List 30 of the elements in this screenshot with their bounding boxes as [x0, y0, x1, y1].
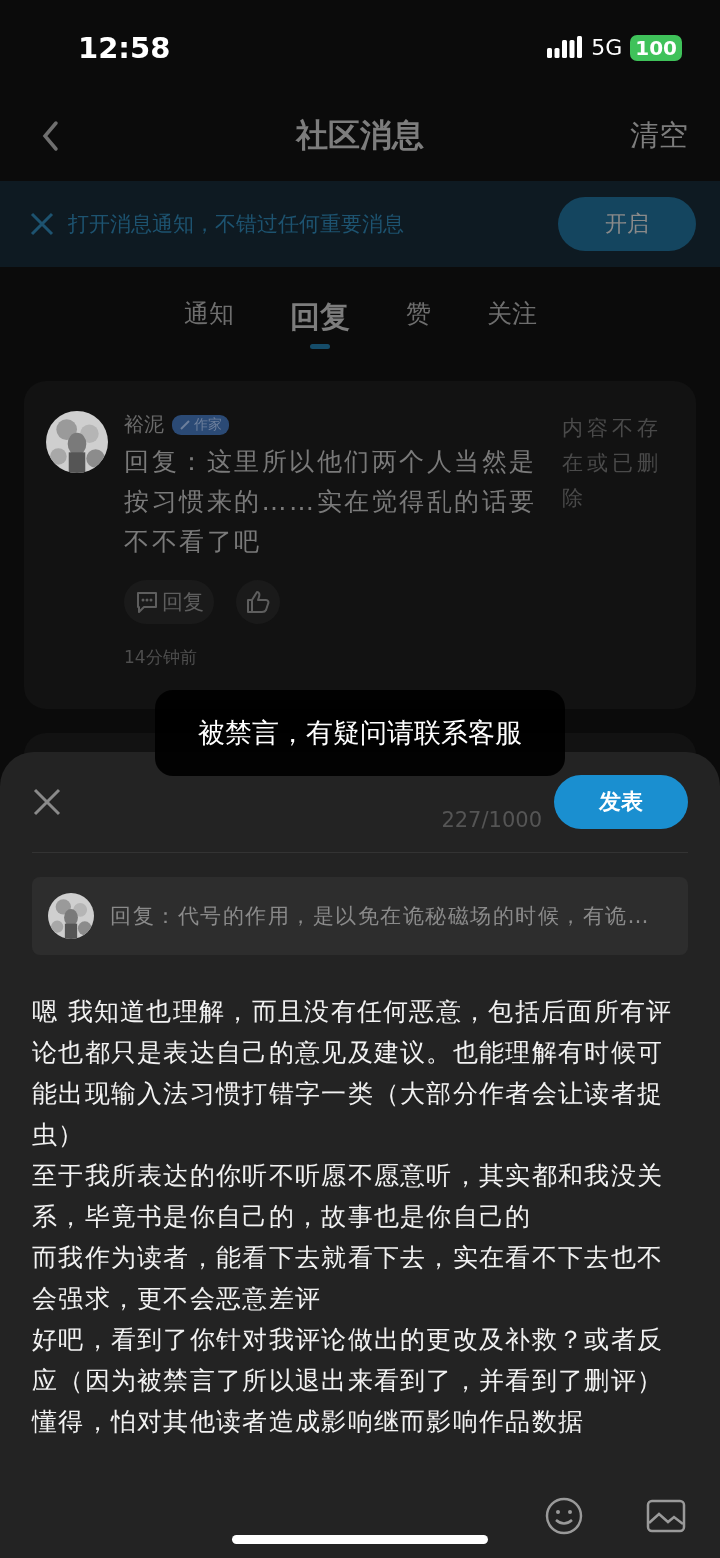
deleted-content-note: 内容不存在或已删除 — [562, 415, 663, 512]
toast-message: 被禁言，有疑问请联系客服 — [155, 690, 565, 776]
close-icon[interactable] — [30, 212, 54, 236]
emoji-icon[interactable] — [544, 1496, 584, 1536]
close-icon[interactable] — [32, 787, 62, 817]
enable-button[interactable]: 开启 — [558, 197, 696, 251]
quoted-text: 回复：代号的作用，是以免在诡秘磁场的时候，有诡… — [110, 903, 650, 930]
page-title: 社区消息 — [296, 116, 424, 154]
comment-input[interactable]: 嗯 我知道也理解，而且没有任何恶意，包括后面所有评论也都只是表达自己的意见及建议。也能理解有时候可能出现输入法习惯打错字一类（大部分作者会让读者捉虫） 至于我所表达的你听不听愿不愿意听，其实都和我没关系，毕竟书是你自己的，故事也是你自己的 而我作为读者，能看下去就看下去，实在看不下去也不会强求，更不会恶意差评 好吧，看到了你针对我评论做出的更改及补救？或者反应（因为被禁言了所以退出来看到了，并看到了删评）懂得，怕对其他读者造成影响继而影响作品数据 — [32, 991, 688, 1442]
reply-text: 回复：这里所以他们两个人当然是按习惯来的……实在觉得乱的话要不不看了吧 — [124, 446, 538, 558]
back-icon[interactable] — [40, 120, 60, 152]
network-label: 5G — [591, 35, 623, 60]
timestamp: 14分钟前 — [124, 646, 198, 669]
clear-button[interactable]: 清空 — [630, 116, 688, 156]
image-icon[interactable] — [646, 1499, 686, 1533]
publish-button[interactable]: 发表 — [554, 775, 688, 829]
battery-level: 100 — [630, 34, 682, 61]
author-badge: 作家 — [172, 414, 229, 435]
reply-button[interactable]: 回复 — [124, 580, 214, 624]
notification-prompt: 打开消息通知，不错过任何重要消息 — [68, 211, 405, 238]
tab[interactable]: 回复 — [289, 297, 350, 357]
status-time: 12:58 — [78, 30, 171, 65]
tab[interactable]: 通知 — [183, 297, 234, 357]
tab[interactable]: 关注 — [486, 297, 537, 357]
comment-icon — [134, 589, 160, 615]
signal-icon — [547, 35, 584, 60]
user-name: 裕泥 — [124, 411, 164, 438]
tab[interactable]: 赞 — [405, 297, 431, 357]
thumbs-up-icon — [245, 589, 271, 615]
like-button[interactable] — [236, 580, 280, 624]
